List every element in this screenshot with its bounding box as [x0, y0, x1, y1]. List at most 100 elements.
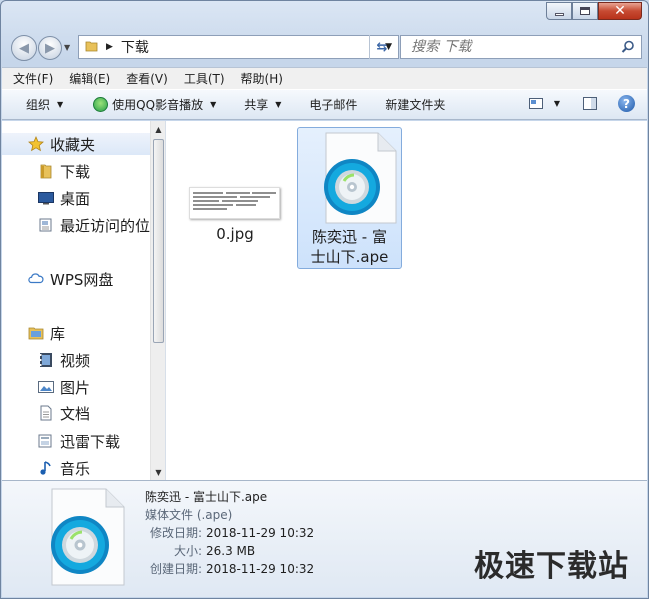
details-size-row: 大小: 26.3 MB — [146, 542, 255, 559]
menu-help[interactable]: 帮助(H) — [241, 70, 283, 87]
sidebar-item-label: 桌面 — [60, 189, 91, 208]
size-label: 大小: — [173, 544, 202, 558]
sidebar-item-desktop[interactable]: 桌面 — [2, 187, 90, 209]
organize-dropdown-icon: ▼ — [57, 100, 64, 109]
navigation-bar: ◀ ▶ ▼ ▶ 下载 ▼ ⇆ — [9, 33, 642, 61]
new-folder-button[interactable]: 新建文件夹 — [385, 96, 445, 113]
sidebar-item-videos[interactable]: 视频 — [2, 349, 90, 371]
sidebar-wps-drive[interactable]: WPS网盘 — [2, 268, 113, 290]
email-button[interactable]: 电子邮件 — [309, 96, 357, 113]
file-view: 0.jpg 陈奕迅 - 富 士山下.ape — [166, 121, 647, 480]
desktop-icon — [38, 190, 54, 206]
breadcrumb-arrow-icon[interactable]: ▶ — [106, 42, 113, 52]
file-item-jpg[interactable]: 0.jpg — [186, 183, 284, 253]
organize-button[interactable]: 组织 ▼ — [26, 96, 63, 113]
menu-file[interactable]: 文件(F) — [13, 70, 53, 87]
sidebar-item-music[interactable]: 音乐 — [2, 457, 90, 479]
created-value: 2018-11-29 10:32 — [206, 562, 315, 576]
preview-pane-icon[interactable] — [580, 96, 600, 112]
watermark-text: 极速下载站 — [474, 549, 629, 584]
share-dropdown-icon: ▼ — [275, 100, 282, 109]
details-modified-row: 修改日期: 2018-11-29 10:32 — [146, 524, 314, 541]
star-icon — [28, 136, 44, 152]
menu-view[interactable]: 查看(V) — [126, 70, 168, 87]
modified-label: 修改日期: — [149, 526, 202, 540]
address-bar[interactable]: ▶ 下载 ▼ — [78, 35, 399, 59]
command-bar: 组织 ▼ 使用QQ影音播放 ▼ 共享 ▼ 电子邮件 新建文件夹 ▼ ? — [2, 89, 647, 120]
close-icon: ✕ — [614, 3, 626, 19]
minimize-button[interactable] — [546, 2, 572, 20]
sidebar-item-documents[interactable]: 文档 — [2, 402, 90, 424]
details-media-icon — [48, 487, 128, 590]
refresh-button[interactable]: ⇆ — [369, 35, 394, 59]
search-icon[interactable] — [621, 40, 635, 57]
recent-pages-dropdown[interactable]: ▼ — [64, 43, 70, 52]
address-path[interactable]: 下载 — [121, 37, 149, 57]
new-folder-label: 新建文件夹 — [385, 98, 446, 112]
view-options-icon[interactable] — [526, 96, 546, 112]
view-dropdown-icon[interactable]: ▼ — [554, 99, 560, 108]
maximize-icon — [580, 7, 590, 15]
library-label: 库 — [50, 324, 66, 343]
open-with-dropdown-icon: ▼ — [210, 100, 217, 109]
details-file-name: 陈奕迅 - 富士山下.ape — [145, 490, 268, 504]
close-button[interactable]: ✕ — [598, 2, 642, 20]
organize-label: 组织 — [26, 98, 51, 112]
picture-icon — [38, 379, 54, 395]
video-icon — [38, 352, 54, 368]
help-icon[interactable]: ? — [618, 95, 635, 112]
sidebar-item-label: 最近访问的位 — [60, 216, 151, 235]
music-note-icon — [38, 460, 54, 476]
file-name: 陈奕迅 - 富 士山下.ape — [310, 228, 389, 266]
folder-icon — [85, 39, 99, 56]
details-pane: 陈奕迅 - 富士山下.ape 媒体文件 (.ape) 修改日期: 2018-11-… — [2, 480, 647, 597]
share-label: 共享 — [244, 98, 269, 112]
file-name: 0.jpg — [216, 225, 254, 243]
search-input[interactable] — [401, 36, 611, 58]
media-disc-icon — [322, 131, 398, 229]
sidebar-item-label: 迅雷下载 — [60, 432, 121, 451]
sidebar-item-recent[interactable]: 最近访问的位 — [2, 214, 150, 236]
recent-places-icon — [38, 217, 54, 233]
sidebar-item-pictures[interactable]: 图片 — [2, 376, 90, 398]
sidebar-item-label: 文档 — [60, 404, 91, 423]
forward-arrow-icon: ▶ — [45, 40, 55, 56]
scroll-down-icon[interactable]: ▼ — [151, 464, 165, 480]
sidebar-library[interactable]: 库 — [2, 322, 65, 344]
search-box[interactable] — [400, 35, 642, 59]
share-button[interactable]: 共享 ▼ — [244, 96, 281, 113]
sidebar-favorites[interactable]: 收藏夹 — [2, 133, 150, 155]
favorites-label: 收藏夹 — [50, 135, 96, 154]
document-icon — [38, 405, 54, 421]
forward-button[interactable]: ▶ — [38, 36, 62, 60]
thunder-folder-icon — [38, 433, 54, 449]
sidebar-item-label: 音乐 — [60, 459, 91, 478]
size-value: 26.3 MB — [206, 544, 256, 558]
minimize-icon — [554, 12, 564, 16]
explorer-window: ✕ ◀ ▶ ▼ ▶ 下载 ▼ ⇆ 文件(F) 编辑(E) 查看(V) 工具(T)… — [0, 0, 649, 599]
details-file-type: 媒体文件 (.ape) — [145, 508, 233, 522]
image-thumbnail — [189, 187, 280, 219]
scroll-thumb[interactable] — [153, 139, 164, 343]
navigation-pane: 收藏夹 下载 桌面 最近访问的位 WPS网盘 库 视频 图片 文档 迅雷下载 音… — [2, 121, 166, 480]
menu-edit[interactable]: 编辑(E) — [69, 70, 110, 87]
file-item-ape[interactable]: 陈奕迅 - 富 士山下.ape — [297, 127, 402, 269]
refresh-icon: ⇆ — [376, 39, 388, 55]
view-controls: ▼ ? — [514, 95, 635, 112]
menu-bar: 文件(F) 编辑(E) 查看(V) 工具(T) 帮助(H) — [2, 67, 647, 89]
email-label: 电子邮件 — [309, 98, 358, 112]
back-button[interactable]: ◀ — [11, 35, 37, 61]
scroll-up-icon[interactable]: ▲ — [151, 121, 165, 137]
sidebar-item-thunder-downloads[interactable]: 迅雷下载 — [2, 430, 120, 452]
nav-scrollbar[interactable]: ▲ ▼ — [150, 121, 165, 480]
open-with-qq-button[interactable]: 使用QQ影音播放 ▼ — [93, 96, 216, 113]
details-created-row: 创建日期: 2018-11-29 10:32 — [146, 560, 314, 577]
maximize-button[interactable] — [572, 2, 598, 20]
cloud-icon — [28, 271, 44, 287]
open-with-label: 使用QQ影音播放 — [112, 98, 204, 112]
menu-tools[interactable]: 工具(T) — [184, 70, 225, 87]
modified-value: 2018-11-29 10:32 — [206, 526, 315, 540]
sidebar-item-downloads[interactable]: 下载 — [2, 160, 90, 182]
downloads-folder-icon — [38, 163, 54, 179]
main-area: 收藏夹 下载 桌面 最近访问的位 WPS网盘 库 视频 图片 文档 迅雷下载 音… — [2, 121, 647, 480]
